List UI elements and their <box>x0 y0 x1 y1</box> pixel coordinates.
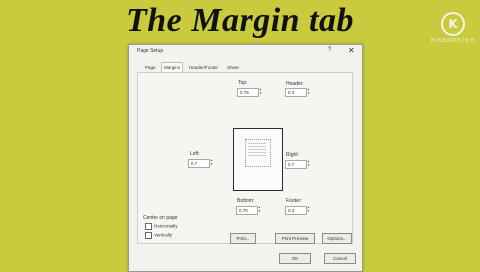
center-on-page-label: Center on page <box>143 215 178 221</box>
right-spin-arrows[interactable]: ▲ ▼ <box>307 159 311 167</box>
left-margin-input[interactable]: 0.7 <box>188 159 210 168</box>
video-heading: The Margin tab <box>125 2 355 39</box>
left-label: Left: <box>190 151 200 157</box>
watermark-logo: K KINEMASTER <box>426 12 480 52</box>
vertically-checkbox[interactable] <box>145 232 152 239</box>
top-spin-arrows[interactable]: ▲ ▼ <box>259 87 263 95</box>
right-label: Right: <box>286 152 300 158</box>
bottom-margin-input[interactable]: 0.75 <box>236 206 258 215</box>
preview-content-lines <box>248 143 266 159</box>
help-icon[interactable]: ? <box>328 47 331 53</box>
header-spin-arrows[interactable]: ▲ ▼ <box>307 87 311 95</box>
left-spin-arrows[interactable]: ▲ ▼ <box>210 158 214 166</box>
print-button[interactable]: Print... <box>230 233 256 244</box>
dialog-title: Page Setup <box>137 48 164 54</box>
page-preview <box>233 128 283 191</box>
top-margin-input[interactable]: 0.75 <box>237 88 259 97</box>
bottom-label: Bottom: <box>237 198 255 204</box>
top-label: Top: <box>238 80 248 86</box>
horizontally-checkbox[interactable] <box>145 223 152 230</box>
tab-sheet[interactable]: Sheet <box>225 63 241 72</box>
cancel-button[interactable]: Cancel <box>324 253 356 264</box>
horizontally-option[interactable]: Horizontally <box>145 223 178 230</box>
header-margin-input[interactable]: 0.3 <box>285 88 307 97</box>
vertically-label: Vertically <box>154 232 173 238</box>
tab-header-footer[interactable]: Header/Footer <box>187 63 220 72</box>
footer-spin-arrows[interactable]: ▲ ▼ <box>307 205 311 213</box>
options-button[interactable]: Options... <box>322 233 352 244</box>
print-preview-button[interactable]: Print Preview <box>275 233 315 244</box>
vertically-option[interactable]: Vertically <box>145 232 172 239</box>
bottom-spin-arrows[interactable]: ▲ ▼ <box>258 205 262 213</box>
footer-margin-input[interactable]: 0.3 <box>285 206 307 215</box>
watermark-text: KINEMASTER <box>430 38 475 44</box>
tab-margins[interactable]: Margins <box>161 62 184 72</box>
ok-button[interactable]: OK <box>279 253 311 264</box>
header-label: Header: <box>286 81 304 87</box>
tab-page[interactable]: Page <box>143 63 158 72</box>
horizontally-label: Horizontally <box>154 223 178 229</box>
close-icon[interactable]: ✕ <box>348 46 355 55</box>
page-setup-dialog: Page Setup ? ✕ Page Margins Header/Foote… <box>128 44 363 272</box>
footer-label: Footer: <box>286 198 302 204</box>
kinemaster-icon: K <box>441 12 465 36</box>
right-margin-input[interactable]: 0.7 <box>285 160 307 169</box>
margins-panel: Top: 0.75 ▲ ▼ Header: 0.3 ▲ ▼ Left: 0.7 ▲ ▼… <box>137 72 353 244</box>
